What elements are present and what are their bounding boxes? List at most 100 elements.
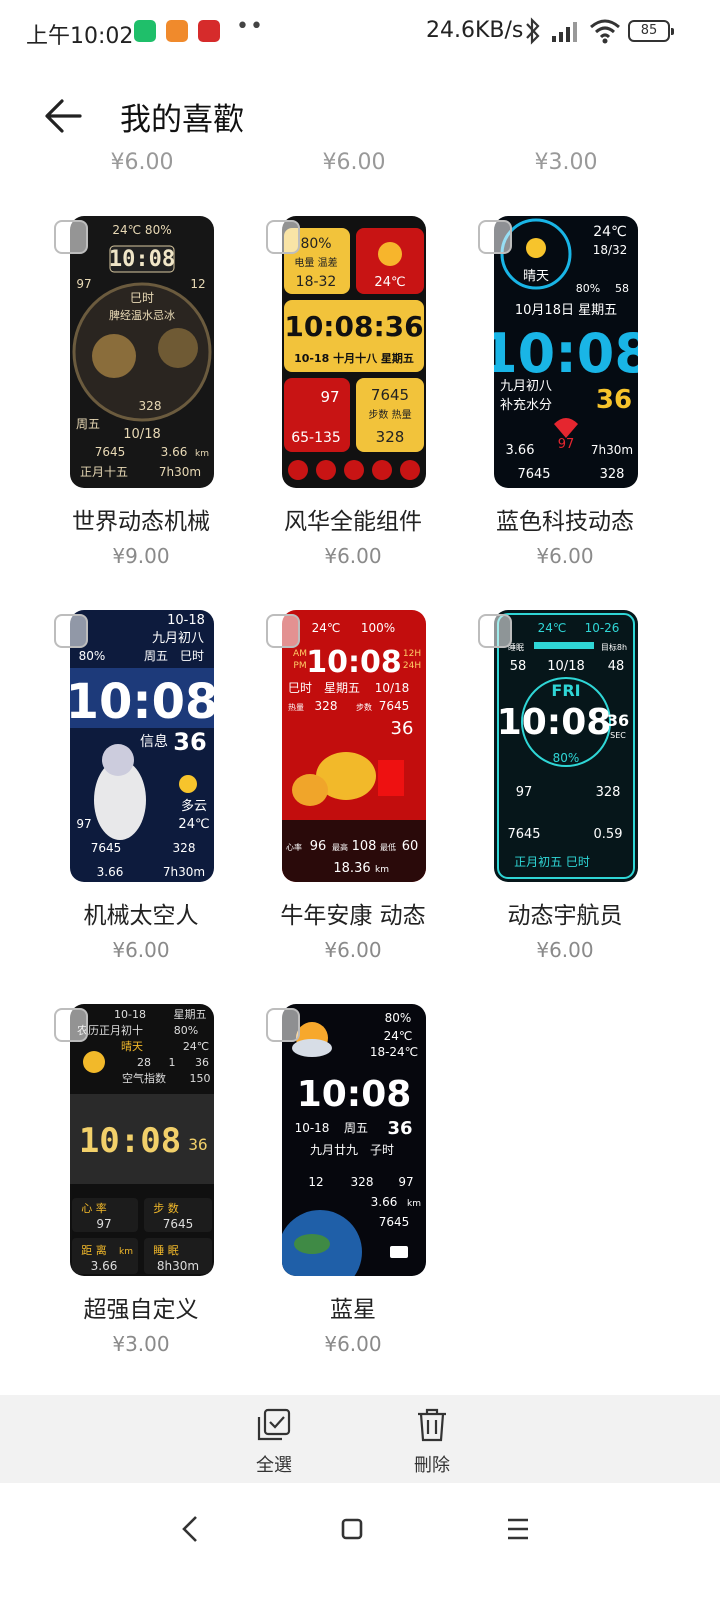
item-price: ¥6.00 xyxy=(324,1332,382,1356)
watch-face-preview: 10-18 星期五农历正月初十 80%晴天 24℃28 1 36空气指数 15010:08 3… xyxy=(70,1004,214,1276)
face-text: 3.66 xyxy=(506,443,535,458)
select-checkbox[interactable] xyxy=(478,614,512,648)
face-text: 24℃ xyxy=(374,275,405,290)
watch-face-thumbnail[interactable]: 晴天 24℃ 18/32 80% 58 10月18日 星期五 10:08 九月初八 补充水分 36… xyxy=(494,216,638,488)
nav-home-icon[interactable] xyxy=(322,1507,382,1551)
watch-face-card[interactable]: 24℃ 10-26 睡眠 目标8h 58 10/18 48 FRI 10:08 36 SEC 80% 9… xyxy=(470,544,660,962)
watch-face-card[interactable]: 80% 电量 温差 18-32 24℃ 10:08:36 10-18 十月十八 星期五 97… xyxy=(258,150,448,568)
watch-face-card[interactable]: 晴天 24℃ 18/32 80% 58 10月18日 星期五 10:08 九月初八 补充水分 36… xyxy=(470,150,660,568)
nav-back-icon[interactable] xyxy=(160,1507,220,1551)
battery-indicator: 85 xyxy=(628,20,674,42)
face-text: 24H xyxy=(403,661,421,671)
face-text: 328 xyxy=(173,841,196,855)
status-bar: 上午10:02 •• 24.6KB/s 85 xyxy=(0,0,720,64)
select-checkbox[interactable] xyxy=(266,614,300,648)
arrow-left-icon[interactable] xyxy=(40,92,88,140)
face-text: 九月初八 xyxy=(152,631,204,646)
watch-face-preview: 24℃ 80% 10:08 97 12 巳时脾经温水忌冰 328 周五 10/18 7645 3.… xyxy=(70,216,214,488)
face-text: 周五 xyxy=(76,417,100,431)
watch-face-thumbnail[interactable]: 24℃ 100% AM PM 12H 24H 10:08 巳时 星期五 10/18 热量 328 步数 7… xyxy=(282,610,426,882)
select-checkbox[interactable] xyxy=(478,220,512,254)
watch-face-card[interactable]: 80% 24℃ 18-24℃ 10:08 10-18 周五 36 九月廿九 子时 12 328 97 3… xyxy=(258,938,448,1356)
face-text: 18.36 xyxy=(333,861,370,876)
face-text: 1 xyxy=(169,1056,176,1069)
watch-face-preview: 晴天 24℃ 18/32 80% 58 10月18日 星期五 10:08九月初八补充水分 36… xyxy=(494,216,638,488)
face-text: 24℃ xyxy=(178,817,209,832)
item-name: 机械太空人 xyxy=(83,903,199,929)
watch-face-preview: 10-18 九月初八 80% 周五 巳时 10:08 信息 36 多云 24℃ 977645 328 3… xyxy=(70,610,214,882)
select-checkbox[interactable] xyxy=(266,220,300,254)
face-text: AM xyxy=(293,649,307,659)
watch-face-card[interactable]: 10-18 九月初八 80% 周五 巳时 10:08 信息 36 多云 24℃ 97 7645 328 3… xyxy=(46,544,236,962)
face-text: 36 xyxy=(596,385,632,415)
face-text: PM xyxy=(293,661,306,671)
watch-face-card[interactable]: 24℃ 80% 10:08 97 12 巳时 脾经温水忌冰 328 周五 10/18 7645 3.… xyxy=(46,150,236,568)
select-checkbox[interactable] xyxy=(54,220,88,254)
face-text: 九月廿九 xyxy=(310,1143,358,1157)
face-text: km xyxy=(375,865,389,875)
face-text: 7645 xyxy=(371,386,409,404)
face-text: 24℃ xyxy=(593,224,627,240)
select-checkbox[interactable] xyxy=(54,1008,88,1042)
face-text: 108 xyxy=(352,839,377,854)
status-time: 上午10:02 xyxy=(26,24,134,49)
watch-face-thumbnail[interactable]: 10-18 星期五 农历正月初十 80% 晴天 24℃ 28 1 36 空气指数 150 10:08 3… xyxy=(70,1004,214,1276)
face-text: 18-24℃ xyxy=(370,1045,418,1059)
watch-face-thumbnail[interactable]: 10-18 九月初八 80% 周五 巳时 10:08 信息 36 多云 24℃ 97 7645 328 3… xyxy=(70,610,214,882)
network-speed: 24.6KB/s xyxy=(426,18,524,43)
face-text: 60 xyxy=(402,839,419,854)
face-text: 3.66 xyxy=(97,865,124,879)
orange-app-icon xyxy=(166,20,188,42)
item-name: 蓝色科技动态 xyxy=(496,509,634,535)
face-text: 36 xyxy=(173,728,206,756)
select-checkbox[interactable] xyxy=(266,1008,300,1042)
select-all-button[interactable]: 全選 xyxy=(234,1407,314,1477)
watch-face-card[interactable]: 10-18 星期五 农历正月初十 80% 晴天 24℃ 28 1 36 空气指数 150 10:08 3… xyxy=(46,938,236,1356)
action-bar: 全選 刪除 xyxy=(0,1395,720,1483)
face-text: 周五 xyxy=(344,1121,368,1135)
face-text: 24℃ xyxy=(312,621,341,635)
face-text: 97 xyxy=(96,1217,111,1231)
app-header: 我的喜歡 xyxy=(0,70,720,160)
face-text: 7645 xyxy=(95,445,126,459)
face-text: 正月十五 xyxy=(80,465,128,479)
face-text: 100% xyxy=(361,621,395,635)
face-text: 10:08 xyxy=(79,1121,181,1161)
face-text: 97 xyxy=(320,388,339,406)
watch-face-thumbnail[interactable]: 80% 24℃ 18-24℃ 10:08 10-18 周五 36 九月廿九 子时 12 328 97 3… xyxy=(282,1004,426,1276)
face-text: 巳时 xyxy=(130,291,154,305)
item-name: 风华全能组件 xyxy=(284,509,422,535)
watch-face-thumbnail[interactable]: 24℃ 10-26 睡眠 目标8h 58 10/18 48 FRI 10:08 36 SEC 80% 9… xyxy=(494,610,638,882)
delete-button[interactable]: 刪除 xyxy=(392,1407,472,1477)
face-text: 星期五 xyxy=(324,681,360,695)
face-text: FRI xyxy=(551,681,580,700)
face-text: 步 数 xyxy=(153,1202,179,1215)
face-text: 18/32 xyxy=(593,243,628,257)
item-price: ¥6.00 xyxy=(536,938,594,962)
face-text: 最低 xyxy=(380,842,396,852)
face-text: 步数 xyxy=(356,702,372,712)
item-name: 超强自定义 xyxy=(83,1297,199,1323)
face-text: 子时 xyxy=(370,1143,394,1157)
face-text: 7645 xyxy=(163,1217,194,1231)
face-text: 36 xyxy=(391,718,414,739)
face-text: 12H xyxy=(403,649,421,659)
face-text: 巳时 xyxy=(180,649,204,663)
face-text: 热量 xyxy=(288,702,304,712)
watch-face-thumbnail[interactable]: 80% 电量 温差 18-32 24℃ 10:08:36 10-18 十月十八 星期五 97… xyxy=(282,216,426,488)
watch-face-card[interactable]: 24℃ 100% AM PM 12H 24H 10:08 巳时 星期五 10/18 热量 328 步数 7… xyxy=(258,544,448,962)
face-text: 10/18 xyxy=(547,659,584,674)
face-text: 7645 xyxy=(379,699,410,713)
select-checkbox[interactable] xyxy=(54,614,88,648)
face-text: 80% xyxy=(385,1011,412,1025)
more-notifications-icon: •• xyxy=(236,14,264,39)
nav-menu-icon[interactable] xyxy=(488,1507,548,1551)
face-text: 10-18 十月十八 星期五 xyxy=(294,351,414,365)
face-text: 10/18 xyxy=(375,681,410,695)
face-text: 3.66 xyxy=(91,1259,118,1273)
face-text: 80% xyxy=(174,1024,198,1037)
signal-icon xyxy=(552,22,577,42)
face-text: 48 xyxy=(608,659,625,674)
watch-face-thumbnail[interactable]: 24℃ 80% 10:08 97 12 巳时 脾经温水忌冰 328 周五 10/18 7645 3.… xyxy=(70,216,214,488)
face-text: 步数 热量 xyxy=(368,408,411,421)
